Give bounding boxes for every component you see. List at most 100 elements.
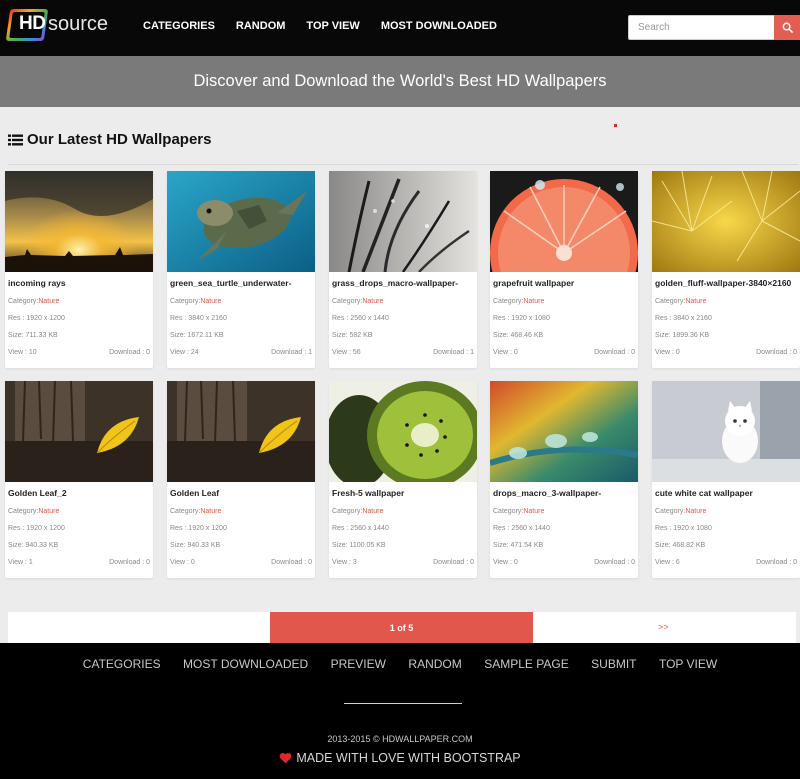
category-link[interactable]: Nature xyxy=(685,508,706,515)
category-link[interactable]: Nature xyxy=(200,508,221,515)
res-label: Res : xyxy=(332,315,351,322)
wallpaper-downloads: Download : 0 xyxy=(271,559,312,566)
res-label: Res : xyxy=(8,525,27,532)
footer-link-categories[interactable]: CATEGORIES xyxy=(83,657,161,671)
wallpaper-downloads: Download : 0 xyxy=(594,349,635,356)
wallpaper-card[interactable]: drops_macro_3-wallpaper- Category:Nature… xyxy=(490,381,638,578)
view-label: View : xyxy=(332,559,353,566)
search-button[interactable] xyxy=(774,15,800,40)
wallpaper-title[interactable]: incoming rays xyxy=(8,278,152,288)
download-count: 0 xyxy=(631,559,635,566)
size-value: 1899.36 KB xyxy=(672,332,710,339)
wallpaper-views: View : 0 xyxy=(655,349,680,356)
wallpaper-thumbnail[interactable] xyxy=(167,171,315,272)
wallpaper-size: Size: 711.33 KB xyxy=(8,332,58,339)
site-logo[interactable]: HD source xyxy=(5,7,108,43)
category-label: Category: xyxy=(8,508,39,515)
category-link[interactable]: Nature xyxy=(38,508,59,515)
wallpaper-card[interactable]: Golden Leaf_2 Category:Nature Res : 1920… xyxy=(5,381,153,578)
view-label: View : xyxy=(8,349,29,356)
size-label: Size: xyxy=(493,332,511,339)
wallpaper-views: View : 24 xyxy=(170,349,199,356)
nav-random[interactable]: RANDOM xyxy=(236,20,286,32)
wallpaper-card[interactable]: Golden Leaf Category:Nature Res : 1920 x… xyxy=(167,381,315,578)
size-label: Size: xyxy=(8,542,26,549)
category-link[interactable]: Nature xyxy=(200,298,221,305)
category-link[interactable]: Nature xyxy=(523,508,544,515)
nav-categories[interactable]: CATEGORIES xyxy=(143,20,215,32)
category-link[interactable]: Nature xyxy=(362,508,383,515)
wallpaper-thumbnail[interactable] xyxy=(5,171,153,272)
res-label: Res : xyxy=(332,525,351,532)
wallpaper-downloads: Download : 1 xyxy=(433,349,474,356)
wallpaper-resolution: Res : 1920 x 1080 xyxy=(493,315,550,322)
wallpaper-title[interactable]: Fresh-5 wallpaper xyxy=(332,488,476,498)
search-input[interactable] xyxy=(628,15,775,40)
wallpaper-thumbnail[interactable] xyxy=(5,381,153,482)
wallpaper-views: View : 1 xyxy=(8,559,33,566)
wallpaper-title[interactable]: Golden Leaf xyxy=(170,488,314,498)
wallpaper-card[interactable]: cute white cat wallpaper Category:Nature… xyxy=(652,381,800,578)
wallpaper-thumbnail[interactable] xyxy=(329,381,477,482)
wallpaper-category: Category:Nature xyxy=(332,298,383,305)
wallpaper-title[interactable]: drops_macro_3-wallpaper- xyxy=(493,488,637,498)
wallpaper-title[interactable]: cute white cat wallpaper xyxy=(655,488,799,498)
res-value: 1920 x 1200 xyxy=(188,525,227,532)
wallpaper-views: View : 0 xyxy=(170,559,195,566)
wallpaper-thumbnail[interactable] xyxy=(652,381,800,482)
footer-link-random[interactable]: RANDOM xyxy=(408,657,461,671)
category-label: Category: xyxy=(170,508,201,515)
wallpaper-downloads: Download : 0 xyxy=(109,349,150,356)
wallpaper-card[interactable]: grapefruit wallpaper Category:Nature Res… xyxy=(490,171,638,368)
wallpaper-title[interactable]: grass_drops_macro-wallpaper- xyxy=(332,278,476,288)
res-label: Res : xyxy=(493,315,512,322)
size-label: Size: xyxy=(655,332,673,339)
view-label: View : xyxy=(493,349,514,356)
nav-top-view[interactable]: TOP VIEW xyxy=(306,20,359,32)
wallpaper-card[interactable]: incoming rays Category:Nature Res : 1920… xyxy=(5,171,153,368)
category-label: Category: xyxy=(493,508,524,515)
wallpaper-thumbnail[interactable] xyxy=(652,171,800,272)
wallpaper-title[interactable]: grapefruit wallpaper xyxy=(493,278,637,288)
footer-link-top-view[interactable]: TOP VIEW xyxy=(659,657,717,671)
wallpaper-title[interactable]: golden_fluff-wallpaper-3840×2160 xyxy=(655,278,799,288)
size-label: Size: xyxy=(493,542,511,549)
wallpaper-resolution: Res : 2560 x 1440 xyxy=(332,315,389,322)
category-label: Category: xyxy=(655,298,686,305)
wallpaper-card[interactable]: grass_drops_macro-wallpaper- Category:Na… xyxy=(329,171,477,368)
wallpaper-size: Size: 468.46 KB xyxy=(493,332,543,339)
wallpaper-title[interactable]: Golden Leaf_2 xyxy=(8,488,152,498)
res-label: Res : xyxy=(655,525,674,532)
wallpaper-thumbnail[interactable] xyxy=(490,381,638,482)
footer-link-preview[interactable]: PREVIEW xyxy=(331,657,386,671)
size-value: 582 KB xyxy=(349,332,373,339)
nav-most-downloaded[interactable]: MOST DOWNLOADED xyxy=(381,20,497,32)
category-link[interactable]: Nature xyxy=(38,298,59,305)
wallpaper-card[interactable]: Fresh-5 wallpaper Category:Nature Res : … xyxy=(329,381,477,578)
category-link[interactable]: Nature xyxy=(523,298,544,305)
footer-link-submit[interactable]: SUBMIT xyxy=(591,657,636,671)
footer-link-sample-page[interactable]: SAMPLE PAGE xyxy=(484,657,568,671)
download-count: 0 xyxy=(146,559,150,566)
wallpaper-downloads: Download : 0 xyxy=(756,349,797,356)
res-value: 2560 x 1440 xyxy=(350,315,389,322)
footer-link-most-downloaded[interactable]: MOST DOWNLOADED xyxy=(183,657,308,671)
size-value: 468.82 KB xyxy=(672,542,706,549)
wallpaper-thumbnail[interactable] xyxy=(167,381,315,482)
category-link[interactable]: Nature xyxy=(362,298,383,305)
next-page-link[interactable]: >> xyxy=(658,622,669,632)
size-value: 1100.05 KB xyxy=(349,542,386,549)
wallpaper-card[interactable]: golden_fluff-wallpaper-3840×2160 Categor… xyxy=(652,171,800,368)
wallpaper-card[interactable]: green_sea_turtle_underwater- Category:Na… xyxy=(167,171,315,368)
main-nav: CATEGORIES RANDOM TOP VIEW MOST DOWNLOAD… xyxy=(143,20,518,32)
download-count: 1 xyxy=(470,349,474,356)
size-value: 940.33 KB xyxy=(25,542,59,549)
wallpaper-title[interactable]: green_sea_turtle_underwater- xyxy=(170,278,314,288)
wallpaper-thumbnail[interactable] xyxy=(329,171,477,272)
wallpaper-thumbnail[interactable] xyxy=(490,171,638,272)
size-label: Size: xyxy=(332,332,350,339)
view-count: 0 xyxy=(513,559,518,566)
category-link[interactable]: Nature xyxy=(685,298,706,305)
category-label: Category: xyxy=(170,298,201,305)
download-count: 0 xyxy=(146,349,150,356)
